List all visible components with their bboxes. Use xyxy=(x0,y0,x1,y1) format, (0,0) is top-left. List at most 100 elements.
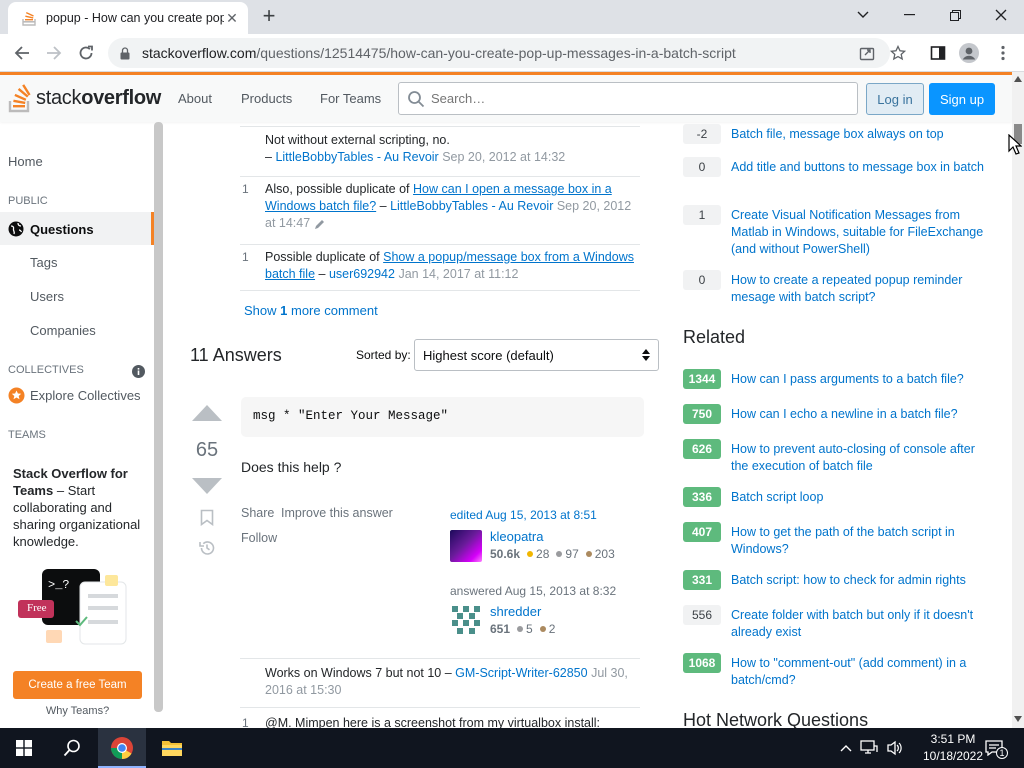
side-panel-icon[interactable] xyxy=(926,41,950,65)
related-question-link[interactable]: Create folder with batch but only if it … xyxy=(731,607,986,641)
network-icon[interactable] xyxy=(858,728,880,768)
chrome-icon[interactable] xyxy=(98,728,146,768)
related-question-link[interactable]: How to prevent auto-closing of console a… xyxy=(731,441,986,475)
comment-dash: – xyxy=(265,150,276,164)
bronze-badge-icon xyxy=(585,551,592,557)
comment-divider xyxy=(240,126,640,127)
tray-chevron-up-icon[interactable] xyxy=(836,728,856,768)
edited-timestamp-link[interactable]: edited Aug 15, 2013 at 8:51 xyxy=(450,508,597,522)
share-answer-link[interactable]: Share xyxy=(241,506,274,520)
related-question-link[interactable]: How can I pass arguments to a batch file… xyxy=(731,371,986,388)
signup-button[interactable]: Sign up xyxy=(929,83,995,115)
sidebar-item-questions[interactable]: Questions xyxy=(8,221,94,237)
sidebar-section-collectives: COLLECTIVES xyxy=(8,364,84,376)
login-button[interactable]: Log in xyxy=(866,83,924,115)
related-score: 331 xyxy=(683,570,721,590)
related-question-link[interactable]: How to "comment-out" (add comment) in a … xyxy=(731,655,986,689)
bookmark-star-icon[interactable] xyxy=(886,41,910,65)
show-more-comments-link[interactable]: Show 1 more comment xyxy=(244,303,378,318)
nav-products[interactable]: Products xyxy=(241,91,292,106)
author-username[interactable]: shredder xyxy=(490,604,541,619)
editor-silver-count: 97 xyxy=(565,547,579,561)
linked-question-link[interactable]: Batch file, message box always on top xyxy=(731,126,986,143)
sidebar-item-explore-collectives[interactable]: Explore Collectives xyxy=(8,387,141,404)
related-score: 750 xyxy=(683,404,721,424)
tab-search-chevron-icon[interactable] xyxy=(840,0,886,30)
url-host: stackoverflow.com xyxy=(142,45,257,61)
sort-select[interactable]: Highest score (default) xyxy=(414,339,659,371)
sorted-by-label: Sorted by: xyxy=(356,348,411,362)
upvote-arrow-icon[interactable] xyxy=(190,404,224,422)
related-question-link[interactable]: Batch script loop xyxy=(731,489,986,506)
browser-tab[interactable]: popup - How can you create pop-up messag… xyxy=(8,2,248,34)
tab-close-icon[interactable]: ✕ xyxy=(224,10,240,26)
sidebar-scrollbar[interactable] xyxy=(154,122,163,712)
site-logo[interactable]: stackoverflow xyxy=(8,83,161,113)
downvote-arrow-icon[interactable] xyxy=(190,477,224,495)
author-avatar[interactable] xyxy=(450,604,482,636)
editor-username[interactable]: kleopatra xyxy=(490,529,543,544)
comment-timestamp[interactable]: Sep 20, 2012 at 14:32 xyxy=(442,150,565,164)
sidebar-item-tags[interactable]: Tags xyxy=(30,255,57,270)
comment-user-link[interactable]: user692942 xyxy=(329,267,395,281)
minimize-icon[interactable] xyxy=(886,0,932,30)
answer-vote-count: 65 xyxy=(195,439,219,461)
sidebar-item-users[interactable]: Users xyxy=(30,289,64,304)
related-question-link[interactable]: How can I echo a newline in a batch file… xyxy=(731,406,986,423)
silver-badge-icon xyxy=(556,551,563,557)
related-score: 626 xyxy=(683,439,721,459)
comment-timestamp[interactable]: Jan 14, 2017 at 11:12 xyxy=(398,267,518,281)
linked-question-link[interactable]: Add title and buttons to message box in … xyxy=(731,159,986,176)
forward-arrow-icon[interactable] xyxy=(42,41,66,65)
reload-icon[interactable] xyxy=(74,41,98,65)
nav-about[interactable]: About xyxy=(178,91,212,106)
back-arrow-icon[interactable] xyxy=(10,41,34,65)
comment-item: Also, possible duplicate of How can I op… xyxy=(265,181,640,232)
comment-user-link[interactable]: GM-Script-Writer-62850 xyxy=(455,666,587,680)
windows-start-icon[interactable] xyxy=(0,728,48,768)
share-icon[interactable] xyxy=(855,41,879,65)
follow-answer-link[interactable]: Follow xyxy=(241,531,277,545)
sidebar-item-companies[interactable]: Companies xyxy=(30,323,96,338)
comment-user-link[interactable]: LittleBobbyTables - Au Revoir xyxy=(390,199,553,213)
nav-for-teams[interactable]: For Teams xyxy=(320,91,381,106)
page-scrollbar[interactable] xyxy=(1012,72,1024,728)
collectives-star-icon xyxy=(8,387,25,404)
answered-timestamp-link[interactable]: answered Aug 15, 2013 at 8:32 xyxy=(450,584,616,598)
scroll-down-arrow-icon[interactable] xyxy=(1014,716,1022,722)
comment-user-link[interactable]: LittleBobbyTables - Au Revoir xyxy=(275,150,438,164)
sidebar-item-home[interactable]: Home xyxy=(8,154,43,169)
related-question-link[interactable]: Batch script: how to check for admin rig… xyxy=(731,572,986,589)
search-input[interactable] xyxy=(431,91,831,106)
history-icon[interactable] xyxy=(198,539,216,557)
linked-score: 0 xyxy=(683,270,721,290)
new-tab-icon[interactable]: + xyxy=(258,5,280,28)
sidebar-section-public: PUBLIC xyxy=(8,195,48,207)
close-window-icon[interactable] xyxy=(978,0,1024,30)
linked-question-link[interactable]: Create Visual Notification Messages from… xyxy=(731,207,986,258)
answer-code-block: msg * "Enter Your Message" xyxy=(241,397,644,437)
sidebar-questions-label: Questions xyxy=(30,221,94,237)
file-explorer-icon[interactable] xyxy=(148,728,196,768)
bookmark-icon[interactable] xyxy=(200,509,214,526)
browser-menu-icon[interactable] xyxy=(991,41,1015,65)
improve-answer-link[interactable]: Improve this answer xyxy=(281,506,393,520)
editor-avatar[interactable] xyxy=(450,530,482,562)
create-free-team-button[interactable]: Create a free Team xyxy=(13,671,142,699)
info-icon[interactable] xyxy=(132,365,145,378)
why-teams-link[interactable]: Why Teams? xyxy=(13,705,142,717)
comment-score: 1 xyxy=(242,250,249,264)
clock-time: 3:51 PM xyxy=(930,732,976,746)
url-text: stackoverflow.com/questions/12514475/how… xyxy=(142,45,736,61)
profile-avatar-icon[interactable] xyxy=(957,41,981,65)
taskbar-search-icon[interactable] xyxy=(48,728,96,768)
volume-icon[interactable] xyxy=(884,728,906,768)
linked-question-link[interactable]: How to create a repeated popup reminder … xyxy=(731,272,986,306)
editor-reputation: 50.6k 28 97 203 xyxy=(490,547,615,561)
restore-icon[interactable] xyxy=(932,0,978,30)
address-bar[interactable]: stackoverflow.com/questions/12514475/how… xyxy=(108,38,890,68)
scroll-up-arrow-icon[interactable] xyxy=(1014,76,1022,82)
sidebar-section-teams: TEAMS xyxy=(8,429,46,441)
taskbar-clock[interactable]: 3:51 PM 10/18/2022 xyxy=(918,731,988,765)
related-question-link[interactable]: How to get the path of the batch script … xyxy=(731,524,986,558)
